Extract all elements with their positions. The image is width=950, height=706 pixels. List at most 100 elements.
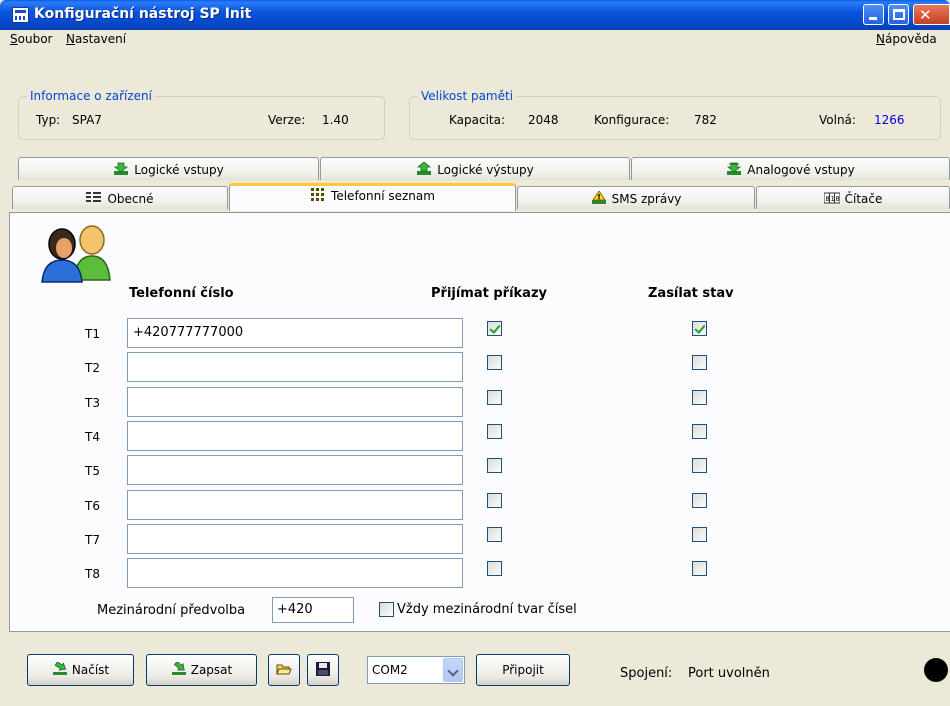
close-icon: ✕ [919,6,932,24]
connect-label: Připojit [502,663,544,677]
send-status-checkbox[interactable] [692,389,707,405]
folder-open-icon [276,657,292,675]
accept-commands-checkbox[interactable] [487,458,502,474]
accept-commands-checkbox[interactable] [487,389,502,405]
port-select-value: COM2 [372,663,408,677]
accept-commands-checkbox[interactable] [487,423,502,439]
send-status-checkbox[interactable] [692,355,707,371]
counter-icon: 818 [823,191,841,205]
row-label: T4 [85,429,100,444]
accept-commands-checkbox[interactable] [487,321,502,336]
accept-commands-checkbox[interactable] [487,561,502,577]
memory-legend: Velikost paměti [418,89,517,103]
row-label: T7 [85,532,100,547]
connection-status: Port uvolněn [688,666,770,681]
row-label: T5 [85,464,100,479]
send-status-checkbox[interactable] [692,458,707,474]
write-icon [171,657,187,675]
config-value: 782 [694,113,717,127]
port-select[interactable]: COM2 [367,656,465,684]
phonebook-icon [310,188,326,202]
menu-help[interactable]: Nápověda [876,32,937,46]
minimize-button[interactable] [863,4,884,25]
tab-general-label: Obecné [107,192,154,206]
phone-number-input[interactable] [127,489,463,520]
row-label: T2 [85,361,100,376]
accept-commands-checkbox[interactable] [487,492,502,508]
title-bar[interactable]: Konfigurační nástroj SP Init ✕ [0,0,950,30]
capacity-value: 2048 [528,113,559,127]
tab-counters[interactable]: 818 Čítače [756,186,950,209]
floppy-save-icon [315,657,331,676]
send-status-checkbox[interactable] [692,492,707,508]
row-label: T3 [85,395,100,410]
general-icon [86,191,102,205]
row-label: T6 [85,498,100,513]
chevron-down-icon[interactable] [443,658,463,682]
connection-label: Spojení: [620,666,673,681]
tab-phonebook-label: Telefonní seznam [331,189,435,203]
tab-analog-inputs[interactable]: Analogové vstupy [631,157,950,180]
app-icon[interactable] [12,7,29,23]
tab-analog-inputs-label: Analogové vstupy [747,163,855,177]
tab-logic-outputs-label: Logické výstupy [437,163,534,177]
intl-format-checkbox[interactable] [379,602,394,617]
connection-status-led [924,658,948,682]
window-title: Konfigurační nástroj SP Init [34,6,252,22]
tab-logic-inputs[interactable]: Logické vstupy [18,157,319,180]
row-label: T8 [85,567,100,582]
analog-input-icon [726,162,742,176]
send-status-checkbox[interactable] [692,561,707,577]
svg-text:8: 8 [835,195,839,203]
maximize-icon [893,9,905,20]
open-file-button[interactable] [268,654,300,686]
version-label: Verze: [268,113,306,127]
accept-commands-checkbox[interactable] [487,526,502,542]
tab-counters-label: Čítače [844,192,883,206]
tab-sms[interactable]: SMS zprávy [517,186,755,209]
accept-commands-checkbox[interactable] [487,355,502,371]
logic-output-icon [416,161,432,176]
config-label: Konfigurace: [594,113,670,127]
sms-warning-icon [591,190,607,205]
minimize-icon [869,17,877,20]
write-button[interactable]: Zapsat [146,654,257,686]
version-value: 1.40 [322,113,349,127]
maximize-button[interactable] [888,4,909,25]
load-icon [52,657,68,675]
close-button[interactable]: ✕ [913,4,950,25]
phone-number-input[interactable] [127,455,463,486]
free-label: Volná: [819,113,856,127]
menu-bar: Soubor Nastavení Nápověda [0,30,950,50]
tab-sms-label: SMS zprávy [611,192,682,206]
phone-number-input[interactable] [127,420,463,451]
connect-button[interactable]: Připojit [476,654,570,686]
phone-number-input[interactable] [127,386,463,417]
free-value: 1266 [874,113,905,127]
send-status-checkbox[interactable] [692,321,707,336]
device-type-value: SPA7 [72,113,102,127]
menu-settings[interactable]: Nastavení [66,32,126,46]
send-status-checkbox[interactable] [692,526,707,542]
capacity-label: Kapacita: [449,113,506,127]
svg-text:1: 1 [830,195,834,203]
tab-phonebook[interactable]: Telefonní seznam [229,183,516,211]
send-status-checkbox[interactable] [692,423,707,439]
menu-file[interactable]: Soubor [10,32,52,46]
logic-input-icon [113,162,129,176]
tab-logic-outputs[interactable]: Logické výstupy [320,157,630,180]
prefix-input[interactable]: +420 [272,597,354,623]
device-type-label: Typ: [36,113,61,127]
write-label: Zapsat [190,663,233,677]
load-label: Načíst [71,663,110,677]
load-button[interactable]: Načíst [27,654,134,686]
tab-logic-inputs-label: Logické vstupy [134,163,224,177]
save-file-button[interactable] [307,654,339,686]
svg-text:8: 8 [825,195,829,203]
phone-number-input[interactable] [127,352,463,383]
phone-number-input[interactable]: +420777777000 [127,318,463,348]
phone-number-input[interactable] [127,558,463,589]
device-info-legend: Informace o zařízení [27,89,155,103]
tab-general[interactable]: Obecné [12,186,228,209]
phone-number-input[interactable] [127,523,463,554]
